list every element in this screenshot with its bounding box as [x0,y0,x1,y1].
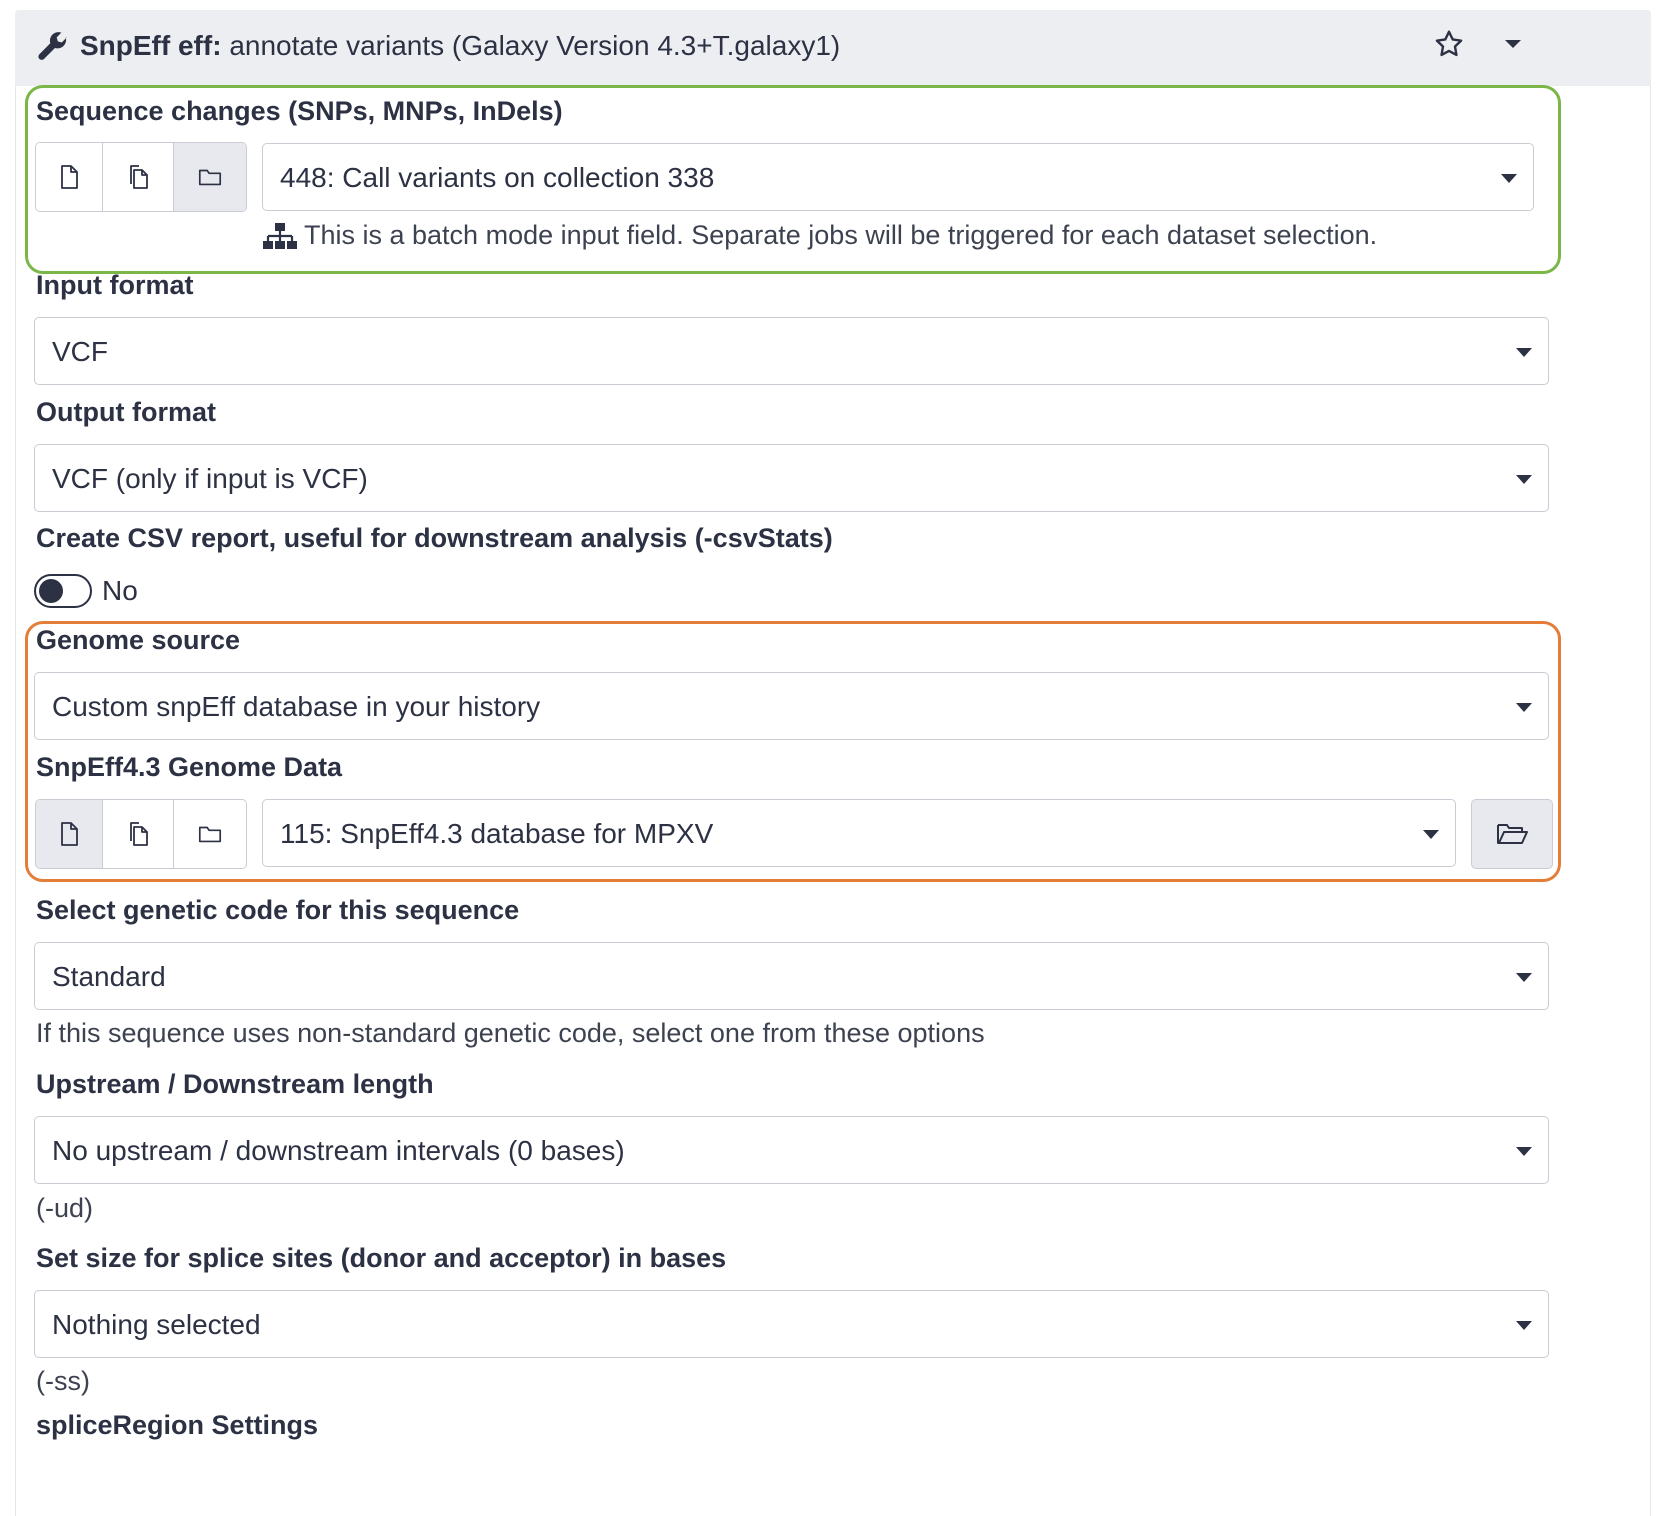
genetic-code-select[interactable]: Standard [34,942,1549,1010]
genetic-code-help: If this sequence uses non-standard genet… [36,1018,985,1048]
tool-header: SnpEff eff: annotate variants (Galaxy Ve… [15,10,1651,86]
folder-icon [198,826,221,843]
dropdown-arrow-icon [1501,174,1517,183]
input-format-value: VCF [52,336,108,367]
tool-name: SnpEff eff: [80,30,222,61]
genome-data-label: SnpEff4.3 Genome Data [36,752,343,782]
genome-data-value: 115: SnpEff4.3 database for MPXV [280,818,714,849]
genome-data-select[interactable]: 115: SnpEff4.3 database for MPXV [262,799,1456,867]
dropdown-arrow-icon [1516,703,1532,712]
output-format-select[interactable]: VCF (only if input is VCF) [34,444,1549,512]
browse-datasets-button[interactable] [1471,799,1553,869]
sequence-changes-mode-group [35,142,247,212]
dropdown-arrow-icon [1516,348,1532,357]
tool-title: SnpEff eff: annotate variants (Galaxy Ve… [80,30,840,62]
input-format-select[interactable]: VCF [34,317,1549,385]
file-icon [61,822,79,846]
updown-length-label: Upstream / Downstream length [36,1069,434,1099]
dataset-collection-button[interactable] [173,143,246,211]
genome-source-select[interactable]: Custom snpEff database in your history [34,672,1549,740]
multiple-datasets-button[interactable] [103,800,174,868]
input-format-label: Input format [36,270,194,300]
csv-report-toggle[interactable] [34,574,92,608]
updown-length-value: No upstream / downstream intervals (0 ba… [52,1135,625,1166]
splice-region-settings-label[interactable]: spliceRegion Settings [36,1410,318,1441]
file-icon [61,165,79,189]
dataset-collection-button[interactable] [173,800,246,868]
genetic-code-label: Select genetic code for this sequence [36,895,520,925]
sitemap-icon [263,222,297,249]
batch-mode-text: This is a batch mode input field. Separa… [304,220,1378,250]
star-icon[interactable] [1433,28,1465,60]
csv-report-toggle-label: No [102,575,138,606]
files-icon [130,165,148,189]
wrench-icon [38,32,67,60]
sequence-changes-label: Sequence changes (SNPs, MNPs, InDels) [36,96,563,126]
dropdown-arrow-icon [1516,1321,1532,1330]
splice-size-help: (-ss) [36,1366,90,1396]
caret-down-icon[interactable] [1502,37,1524,51]
folder-icon [198,169,221,186]
updown-length-help: (-ud) [36,1193,94,1223]
output-format-value: VCF (only if input is VCF) [52,463,368,494]
dropdown-arrow-icon [1516,475,1532,484]
single-dataset-button[interactable] [36,143,104,211]
folder-open-icon [1497,824,1528,844]
output-format-label: Output format [36,397,216,427]
updown-length-select[interactable]: No upstream / downstream intervals (0 ba… [34,1116,1549,1184]
files-icon [130,822,148,846]
sequence-changes-select[interactable]: 448: Call variants on collection 338 [262,143,1534,211]
splice-size-select[interactable]: Nothing selected [34,1290,1549,1358]
single-dataset-button[interactable] [36,800,104,868]
genetic-code-value: Standard [52,961,166,992]
splice-size-value: Nothing selected [52,1309,261,1340]
genome-source-label: Genome source [36,625,241,655]
splice-size-label: Set size for splice sites (donor and acc… [36,1243,727,1273]
csv-report-label: Create CSV report, useful for downstream… [36,523,833,553]
genome-data-mode-group [35,799,247,869]
sequence-changes-value: 448: Call variants on collection 338 [280,162,715,193]
genome-source-value: Custom snpEff database in your history [52,691,541,722]
tool-description: annotate variants (Galaxy Version 4.3+T.… [229,30,841,61]
batch-mode-note: This is a batch mode input field. Separa… [262,220,1377,251]
dropdown-arrow-icon [1423,830,1439,839]
dropdown-arrow-icon [1516,973,1532,982]
dropdown-arrow-icon [1516,1147,1532,1156]
multiple-datasets-button[interactable] [103,143,174,211]
toggle-knob [39,579,63,603]
